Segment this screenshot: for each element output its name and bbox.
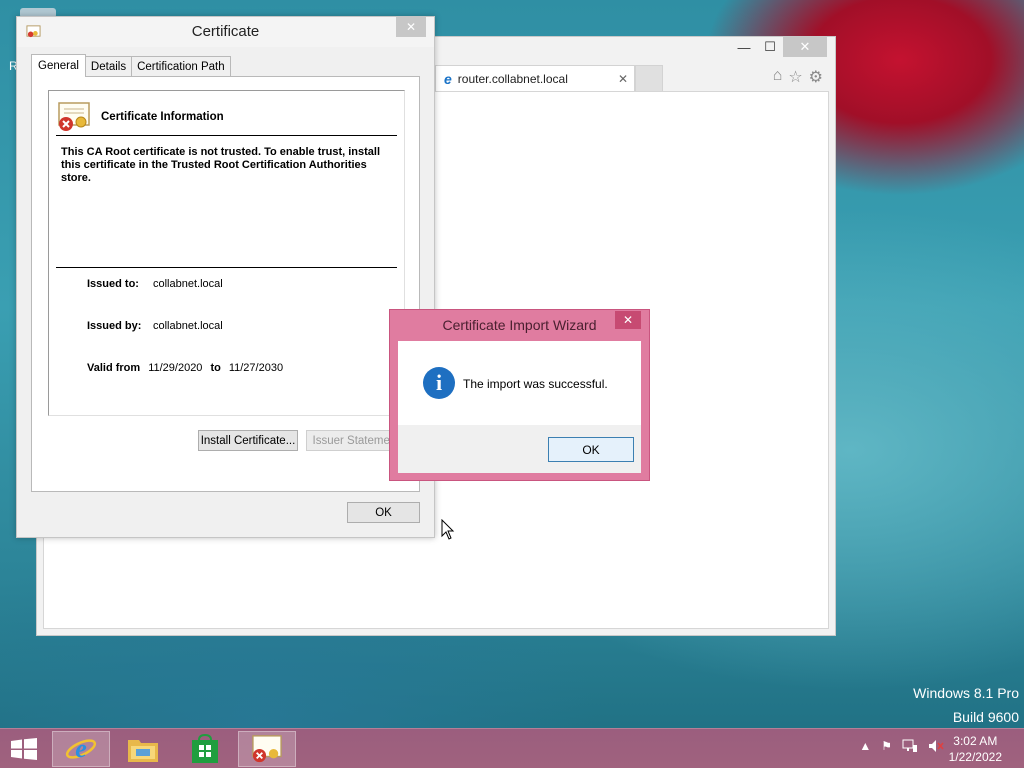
issued-by-value: collabnet.local — [153, 320, 223, 332]
clock-time: 3:02 AM — [953, 734, 998, 748]
ie-page-icon: e — [444, 70, 452, 87]
taskbar-store[interactable] — [176, 731, 234, 767]
taskbar-file-explorer[interactable] — [114, 731, 172, 767]
action-center-flag-icon[interactable]: ⚑ — [881, 739, 892, 753]
message-area: i The import was successful. — [398, 341, 641, 425]
divider — [56, 267, 397, 268]
browser-caption-buttons: — ☐ ✕ — [731, 37, 827, 59]
new-tab-button[interactable] — [635, 65, 663, 91]
general-tab-panel: Certificate Information This CA Root cer… — [31, 76, 420, 492]
internet-explorer-icon: e — [65, 734, 97, 763]
success-message: The import was successful. — [463, 377, 608, 391]
tab-close-icon[interactable]: ✕ — [618, 72, 628, 86]
tab-details[interactable]: Details — [84, 56, 133, 77]
issued-to-label: Issued to: — [87, 278, 139, 290]
taskbar: e ▲ ⚑ 3:02 AM 1/22/2022 — [0, 728, 1024, 768]
dialog-title: Certificate — [191, 23, 260, 40]
start-windows-icon[interactable] — [10, 738, 38, 760]
trust-warning-text: This CA Root certificate is not trusted.… — [61, 146, 381, 184]
certificate-titlebar: Certificate ✕ — [17, 17, 434, 47]
valid-from-label: Valid from — [87, 362, 141, 374]
certificate-info-heading: Certificate Information — [101, 111, 224, 123]
valid-to-label: to — [210, 362, 221, 374]
network-icon[interactable] — [902, 739, 918, 753]
validity-row: Valid from 11/29/2020 to 11/27/2030 — [87, 362, 283, 374]
certificate-header: Certificate Information — [57, 101, 224, 133]
install-certificate-button[interactable]: Install Certificate... — [198, 430, 298, 451]
show-hidden-icons-icon[interactable]: ▲ — [859, 739, 871, 753]
tab-certification-path[interactable]: Certification Path — [131, 56, 231, 77]
close-button[interactable]: ✕ — [396, 17, 426, 37]
wizard-body: i The import was successful. OK — [398, 341, 641, 473]
valid-to-value: 11/27/2030 — [228, 362, 284, 374]
clock-date: 1/22/2022 — [948, 750, 1002, 764]
ok-button[interactable]: OK — [347, 502, 420, 523]
certificate-info-box: Certificate Information This CA Root cer… — [48, 90, 405, 416]
maximize-button[interactable]: ☐ — [757, 37, 783, 57]
close-button[interactable]: ✕ — [783, 37, 827, 57]
windows-build-text: Build 9600 — [952, 709, 1019, 725]
import-wizard-dialog: Certificate Import Wizard ✕ i The import… — [389, 309, 650, 481]
browser-tab[interactable]: e router.collabnet.local ✕ — [435, 65, 635, 91]
issued-to-row: Issued to: collabnet.local — [87, 278, 223, 290]
volume-muted-icon[interactable] — [928, 739, 944, 753]
windows-edition-text: Windows 8.1 Pro — [913, 685, 1019, 701]
favorites-star-icon[interactable]: ☆ — [788, 67, 802, 87]
settings-gear-icon[interactable]: ⚙ — [809, 67, 823, 87]
divider — [56, 135, 397, 136]
tab-strip: General Details Certification Path — [31, 54, 231, 77]
certificate-icon — [252, 735, 282, 763]
untrusted-certificate-icon — [58, 102, 90, 131]
tab-title: router.collabnet.local — [457, 71, 568, 86]
system-tray: ▲ ⚑ — [859, 739, 944, 753]
mouse-pointer-icon — [441, 519, 455, 540]
issued-to-value: collabnet.local — [153, 278, 223, 290]
store-icon — [192, 734, 218, 763]
info-icon: i — [423, 367, 455, 399]
home-icon[interactable]: ⌂ — [773, 67, 783, 87]
valid-from-value: 11/29/2020 — [148, 362, 203, 374]
minimize-button[interactable]: — — [731, 37, 757, 57]
ok-button[interactable]: OK — [548, 437, 634, 462]
tab-general[interactable]: General — [31, 54, 86, 77]
certificate-dialog: Certificate ✕ General Details Certificat… — [16, 16, 435, 538]
taskbar-certificate[interactable] — [238, 731, 296, 767]
svg-text:e: e — [75, 734, 87, 763]
taskbar-internet-explorer[interactable]: e — [52, 731, 110, 767]
close-button[interactable]: ✕ — [615, 311, 641, 329]
dialog-title: Certificate Import Wizard — [442, 317, 597, 333]
issued-by-label: Issued by: — [87, 320, 142, 332]
taskbar-clock[interactable]: 3:02 AM 1/22/2022 — [949, 733, 1002, 765]
issued-by-row: Issued by: collabnet.local — [87, 320, 223, 332]
folder-icon — [128, 740, 158, 762]
browser-toolbar: ⌂ ☆ ⚙ — [773, 67, 823, 87]
